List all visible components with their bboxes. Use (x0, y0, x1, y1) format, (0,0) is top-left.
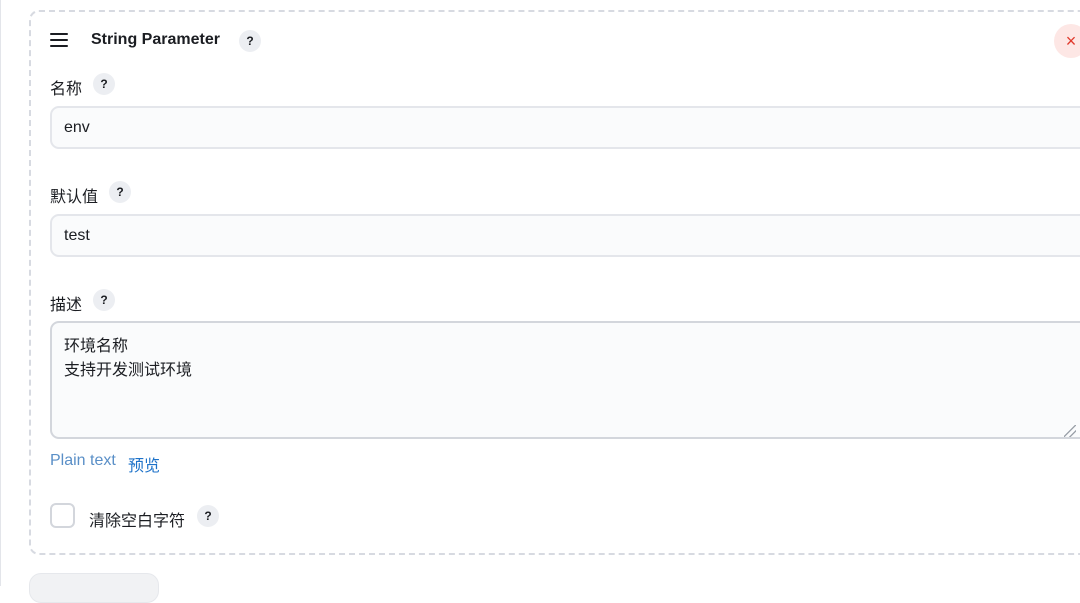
name-label: 名称 (50, 81, 83, 98)
description-help-icon[interactable]: ? (93, 289, 115, 311)
parameter-title: String Parameter (91, 31, 220, 48)
default-value-help-icon[interactable]: ? (109, 181, 131, 203)
preview-link[interactable]: 预览 (128, 452, 160, 476)
trim-label[interactable]: 清除空白字符 (89, 507, 185, 531)
parameter-card (29, 10, 1080, 555)
trim-checkbox[interactable] (50, 503, 75, 528)
name-help-icon[interactable]: ? (93, 73, 115, 95)
description-line: 支持开发测试环境 (64, 362, 193, 379)
default-value-input[interactable]: test (50, 214, 1080, 257)
trim-help-icon[interactable]: ? (197, 505, 219, 527)
description-textarea[interactable]: 环境名称 支持开发测试环境 (50, 321, 1080, 439)
name-input[interactable]: env (50, 106, 1080, 149)
description-line: 环境名称 (64, 338, 129, 355)
hamburger-icon[interactable] (50, 33, 70, 47)
add-parameter-button[interactable] (29, 573, 159, 603)
default-value-label: 默认值 (50, 189, 99, 206)
title-help-icon[interactable]: ? (239, 30, 261, 52)
description-label: 描述 (50, 297, 83, 314)
resize-grip-icon[interactable] (1064, 425, 1076, 437)
plain-text-link[interactable]: Plain text (50, 452, 116, 470)
close-icon[interactable]: × (1054, 24, 1080, 58)
